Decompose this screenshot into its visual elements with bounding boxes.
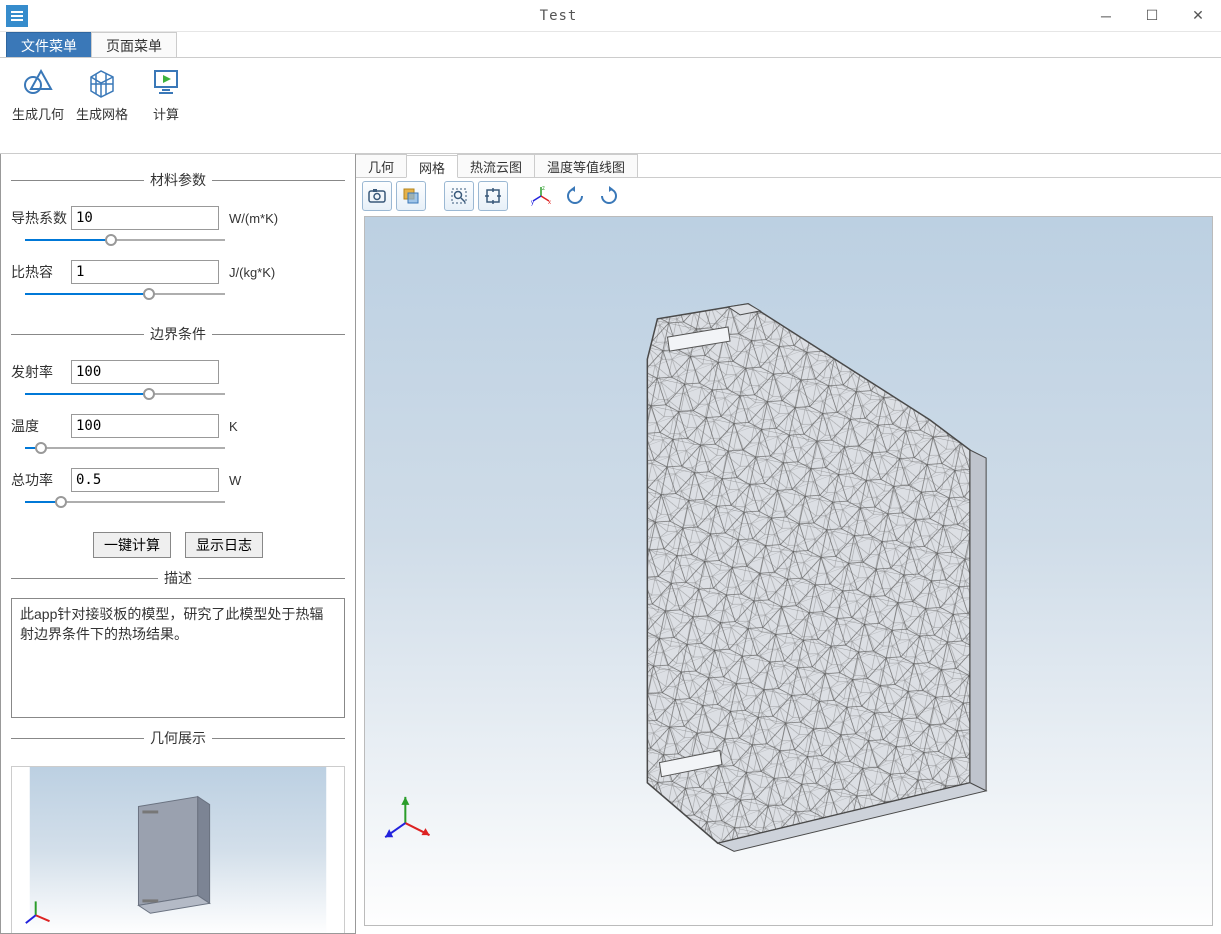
menu-tabs: 文件菜单 页面菜单: [0, 32, 1221, 58]
canvas-wrap: [356, 214, 1221, 934]
screenshot-button[interactable]: [362, 181, 392, 211]
temperature-input[interactable]: [71, 414, 219, 438]
conductivity-input[interactable]: [71, 206, 219, 230]
mesh-canvas[interactable]: [364, 216, 1213, 926]
param-label: 比热容: [11, 262, 71, 282]
geometry-icon: [20, 64, 56, 100]
total-power-input[interactable]: [71, 468, 219, 492]
param-label: 导热系数: [11, 208, 71, 228]
sidebar: 材料参数 导热系数 W/(m*K) 比热容 J/(kg*K) 边界条件 发射率: [0, 154, 356, 934]
zoom-extents-button[interactable]: [478, 181, 508, 211]
section-title: 描述: [158, 568, 198, 588]
axis-orientation-button[interactable]: z x y: [526, 181, 556, 211]
section-title: 材料参数: [144, 170, 212, 190]
app-icon: [6, 5, 28, 27]
section-bc: 边界条件 发射率 温度 K 总功率 W: [11, 324, 345, 522]
total-power-slider[interactable]: [25, 494, 225, 510]
mesh-icon: [84, 64, 120, 100]
window-title: Test: [34, 8, 1083, 24]
window-maximize-button[interactable]: ☐: [1129, 0, 1175, 32]
viewport: 几何 网格 热流云图 温度等值线图 z x y: [356, 154, 1221, 934]
svg-text:z: z: [542, 186, 545, 192]
viewport-tabs: 几何 网格 热流云图 温度等值线图: [356, 154, 1221, 178]
section-description: 描述 此app针对接驳板的模型，研究了此模型处于热辐射边界条件下的热场结果。: [11, 568, 345, 718]
ribbon-generate-geometry[interactable]: 生成几何: [8, 64, 68, 153]
description-text: 此app针对接驳板的模型，研究了此模型处于热辐射边界条件下的热场结果。: [11, 598, 345, 718]
titlebar: Test ─ ☐ ✕: [0, 0, 1221, 32]
zoom-window-button[interactable]: [444, 181, 474, 211]
window-minimize-button[interactable]: ─: [1083, 0, 1129, 32]
tab-label: 网格: [419, 161, 445, 176]
button-row: 一键计算 显示日志: [9, 532, 347, 558]
conductivity-slider[interactable]: [25, 232, 225, 248]
param-label: 总功率: [11, 470, 71, 490]
menu-tab-page-label: 页面菜单: [106, 38, 162, 54]
compute-button[interactable]: 一键计算: [93, 532, 171, 558]
param-unit: J/(kg*K): [229, 265, 275, 280]
show-log-button[interactable]: 显示日志: [185, 532, 263, 558]
rotate-ccw-button[interactable]: [560, 181, 590, 211]
specific-heat-input[interactable]: [71, 260, 219, 284]
param-temperature: 温度 K: [11, 414, 345, 438]
viewport-toolbar: z x y: [356, 178, 1221, 214]
param-unit: K: [229, 419, 238, 434]
main: 材料参数 导热系数 W/(m*K) 比热容 J/(kg*K) 边界条件 发射率: [0, 154, 1221, 934]
transparency-button[interactable]: [396, 181, 426, 211]
ribbon-generate-mesh[interactable]: 生成网格: [72, 64, 132, 153]
menu-tab-file-label: 文件菜单: [21, 38, 77, 54]
rotate-cw-button[interactable]: [594, 181, 624, 211]
param-unit: W: [229, 473, 241, 488]
view-tab-mesh[interactable]: 网格: [406, 155, 458, 178]
view-tab-heatflow[interactable]: 热流云图: [457, 154, 535, 177]
param-specific-heat: 比热容 J/(kg*K): [11, 260, 345, 284]
param-label: 温度: [11, 416, 71, 436]
svg-text:x: x: [548, 200, 551, 206]
specific-heat-slider[interactable]: [25, 286, 225, 302]
param-emissivity: 发射率: [11, 360, 345, 384]
section-geom-preview: 几何展示: [11, 728, 345, 934]
ribbon-compute[interactable]: 计算: [136, 64, 196, 153]
svg-text:y: y: [531, 200, 534, 206]
geometry-preview[interactable]: [11, 766, 345, 934]
tab-label: 温度等值线图: [547, 160, 625, 175]
tab-label: 热流云图: [470, 160, 522, 175]
view-tab-isotherm[interactable]: 温度等值线图: [534, 154, 638, 177]
emissivity-input[interactable]: [71, 360, 219, 384]
window-close-button[interactable]: ✕: [1175, 0, 1221, 32]
view-tab-geometry[interactable]: 几何: [355, 154, 407, 177]
tab-label: 几何: [368, 160, 394, 175]
emissivity-slider[interactable]: [25, 386, 225, 402]
param-conductivity: 导热系数 W/(m*K): [11, 206, 345, 230]
compute-icon: [148, 64, 184, 100]
ribbon: 生成几何 生成网格 计算: [0, 58, 1221, 154]
param-total-power: 总功率 W: [11, 468, 345, 492]
ribbon-item-label: 生成网格: [76, 104, 128, 123]
menu-tab-page[interactable]: 页面菜单: [91, 32, 177, 57]
section-title: 几何展示: [144, 728, 212, 748]
ribbon-item-label: 生成几何: [12, 104, 64, 123]
temperature-slider[interactable]: [25, 440, 225, 456]
menu-tab-file[interactable]: 文件菜单: [6, 32, 92, 57]
section-material: 材料参数 导热系数 W/(m*K) 比热容 J/(kg*K): [11, 170, 345, 314]
ribbon-item-label: 计算: [153, 104, 179, 123]
param-unit: W/(m*K): [229, 211, 278, 226]
param-label: 发射率: [11, 362, 71, 382]
section-title: 边界条件: [144, 324, 212, 344]
